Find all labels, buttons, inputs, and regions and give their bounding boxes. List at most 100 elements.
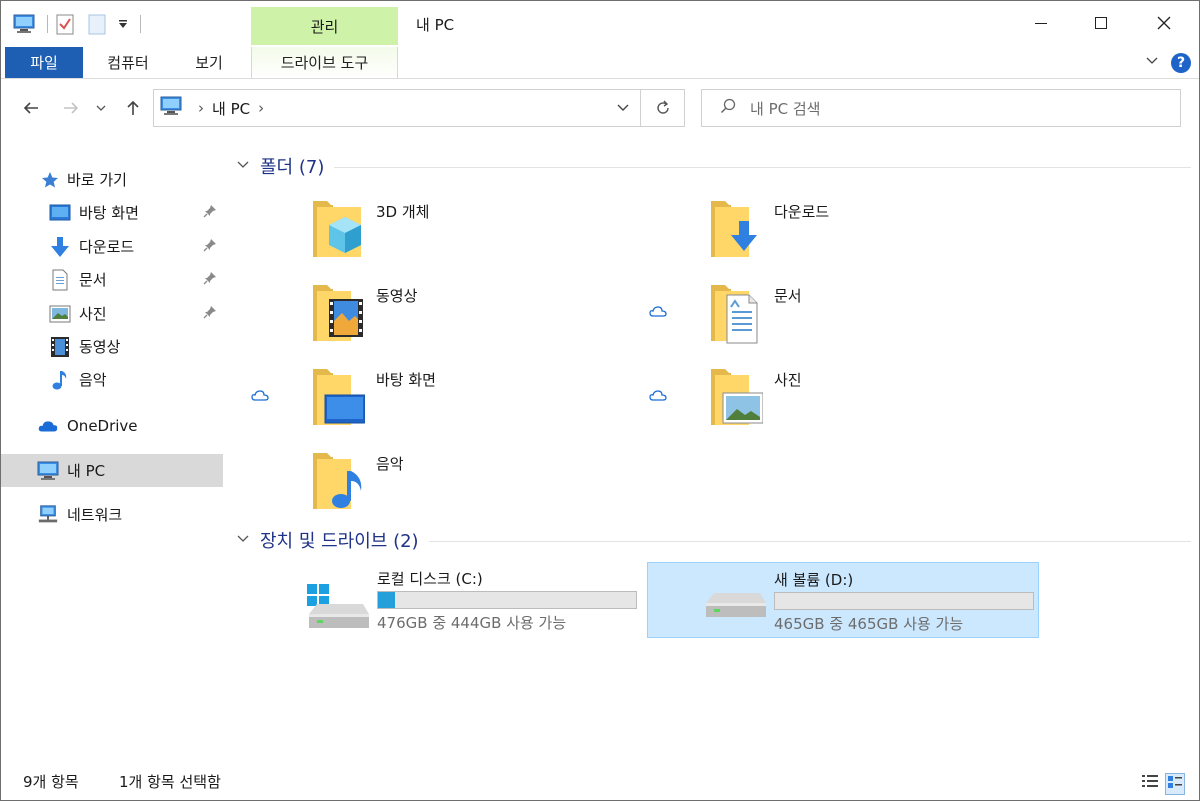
video-icon [49, 336, 71, 358]
folder-item-downloads[interactable]: 다운로드 [629, 197, 1009, 273]
group-title: 폴더 (7) [260, 157, 325, 178]
folder-item-pictures[interactable]: 사진 [629, 365, 1009, 441]
drive-free-space: 465GB 중 465GB 사용 가능 [774, 615, 964, 633]
sidebar-item-documents[interactable]: 문서 [1, 263, 223, 296]
sidebar-item-onedrive[interactable]: OneDrive [1, 409, 223, 442]
folder-item-documents[interactable]: 문서 [629, 281, 1009, 357]
drive-item-d[interactable]: 새 볼륨 (D:) 465GB 중 465GB 사용 가능 [647, 562, 1039, 638]
breadcrumb-chevron-icon[interactable]: › [258, 99, 264, 117]
status-bar: 9개 항목 1개 항목 선택함 [1, 763, 1199, 800]
forward-button[interactable] [59, 96, 83, 120]
address-history-icon[interactable] [616, 100, 630, 118]
search-placeholder: 내 PC 검색 [750, 99, 821, 118]
sidebar-item-pictures[interactable]: 사진 [1, 297, 223, 330]
ribbon-tabs: 파일 컴퓨터 보기 드라이브 도구 ? [1, 45, 1199, 79]
folder-name: 바탕 화면 [376, 371, 436, 389]
sidebar-item-videos[interactable]: 동영상 [1, 330, 223, 363]
drive-item-c[interactable]: 로컬 디스크 (C:) 476GB 중 444GB 사용 가능 [251, 562, 643, 638]
recent-locations-button[interactable] [93, 96, 109, 120]
group-header-drives[interactable]: 장치 및 드라이브 (2) [236, 525, 1191, 555]
sidebar-item-label: 동영상 [79, 338, 121, 356]
sidebar-item-label: 사진 [79, 305, 107, 323]
drive-icon [704, 583, 766, 635]
drive-name: 새 볼륨 (D:) [774, 571, 854, 589]
title-bar: 관리 내 PC [1, 1, 1199, 45]
item-count: 9개 항목 [23, 773, 79, 791]
toolbar-divider [140, 15, 141, 33]
music-icon [49, 369, 71, 391]
tab-view[interactable]: 보기 [173, 47, 245, 78]
drive-free-space: 476GB 중 444GB 사용 가능 [377, 614, 567, 632]
customize-toolbar-icon[interactable] [116, 11, 130, 37]
sidebar-item-network[interactable]: 네트워크 [1, 498, 223, 531]
desktop-icon [49, 202, 71, 224]
pictures-icon [709, 365, 764, 429]
sidebar-item-label: OneDrive [67, 416, 138, 435]
breadcrumb-this-pc[interactable]: 내 PC [212, 98, 250, 119]
onedrive-icon [37, 415, 59, 437]
cube-icon [311, 197, 365, 261]
drive-usage-bar [774, 592, 1034, 610]
document-icon [49, 269, 71, 291]
sidebar-item-music[interactable]: 음악 [1, 363, 223, 396]
pc-icon[interactable] [11, 11, 37, 37]
desktop-icon [311, 365, 366, 429]
address-bar[interactable]: › 내 PC › [153, 89, 641, 127]
folder-name: 3D 개체 [376, 203, 430, 221]
tab-file[interactable]: 파일 [5, 47, 83, 78]
cloud-icon [251, 387, 269, 405]
help-icon[interactable]: ? [1171, 53, 1191, 73]
folder-name: 다운로드 [774, 203, 830, 221]
pin-icon[interactable] [203, 238, 217, 256]
expand-ribbon-icon[interactable] [1145, 53, 1159, 71]
system-drive-icon [307, 564, 369, 636]
search-icon [720, 98, 736, 118]
pictures-icon [49, 303, 71, 325]
back-button[interactable] [19, 96, 43, 120]
pin-icon[interactable] [203, 271, 217, 289]
tiles-view-icon[interactable] [1165, 773, 1185, 795]
window-title: 내 PC [416, 16, 455, 34]
sidebar-item-label: 네트워크 [67, 506, 123, 524]
refresh-button[interactable] [641, 89, 685, 127]
star-icon [39, 169, 61, 191]
tab-drive-tools[interactable]: 드라이브 도구 [251, 47, 398, 78]
folder-item-3d-objects[interactable]: 3D 개체 [231, 197, 611, 273]
folder-item-desktop[interactable]: 바탕 화면 [231, 365, 611, 441]
folder-name: 사진 [774, 371, 802, 389]
sidebar-item-quick-access[interactable]: 바로 가기 [1, 163, 223, 196]
group-header-folders[interactable]: 폴더 (7) [236, 151, 1191, 181]
new-folder-icon[interactable] [84, 11, 110, 37]
video-icon [311, 281, 365, 345]
view-switcher [1141, 773, 1185, 795]
sidebar-item-label: 다운로드 [79, 238, 135, 256]
sidebar-item-downloads[interactable]: 다운로드 [1, 230, 223, 263]
folder-name: 음악 [376, 455, 404, 473]
folder-name: 동영상 [376, 287, 418, 305]
sidebar-item-desktop[interactable]: 바탕 화면 [1, 196, 223, 229]
folder-item-music[interactable]: 음악 [231, 449, 611, 525]
drive-name: 로컬 디스크 (C:) [377, 570, 483, 588]
chevron-down-icon[interactable] [236, 531, 252, 549]
pin-icon[interactable] [203, 305, 217, 323]
close-button[interactable] [1139, 1, 1189, 45]
folder-item-videos[interactable]: 동영상 [231, 281, 611, 357]
breadcrumb-chevron-icon[interactable]: › [198, 99, 204, 117]
search-input[interactable]: 내 PC 검색 [701, 89, 1181, 127]
sidebar-item-label: 바탕 화면 [79, 204, 139, 222]
sidebar-item-label: 내 PC [67, 462, 106, 480]
sidebar-item-this-pc[interactable]: 내 PC [1, 454, 223, 487]
navigation-bar: › 내 PC › 내 PC 검색 [1, 79, 1199, 137]
context-tab-group: 관리 [251, 7, 398, 45]
tab-computer[interactable]: 컴퓨터 [89, 47, 167, 78]
network-icon [37, 504, 59, 526]
details-view-icon[interactable] [1141, 773, 1159, 795]
folder-name: 문서 [774, 287, 802, 305]
up-button[interactable] [121, 96, 145, 120]
chevron-down-icon[interactable] [236, 157, 252, 175]
minimize-button[interactable] [1016, 1, 1066, 45]
music-icon [311, 449, 365, 513]
maximize-button[interactable] [1076, 1, 1126, 45]
pin-icon[interactable] [203, 204, 217, 222]
properties-icon[interactable] [52, 11, 78, 37]
